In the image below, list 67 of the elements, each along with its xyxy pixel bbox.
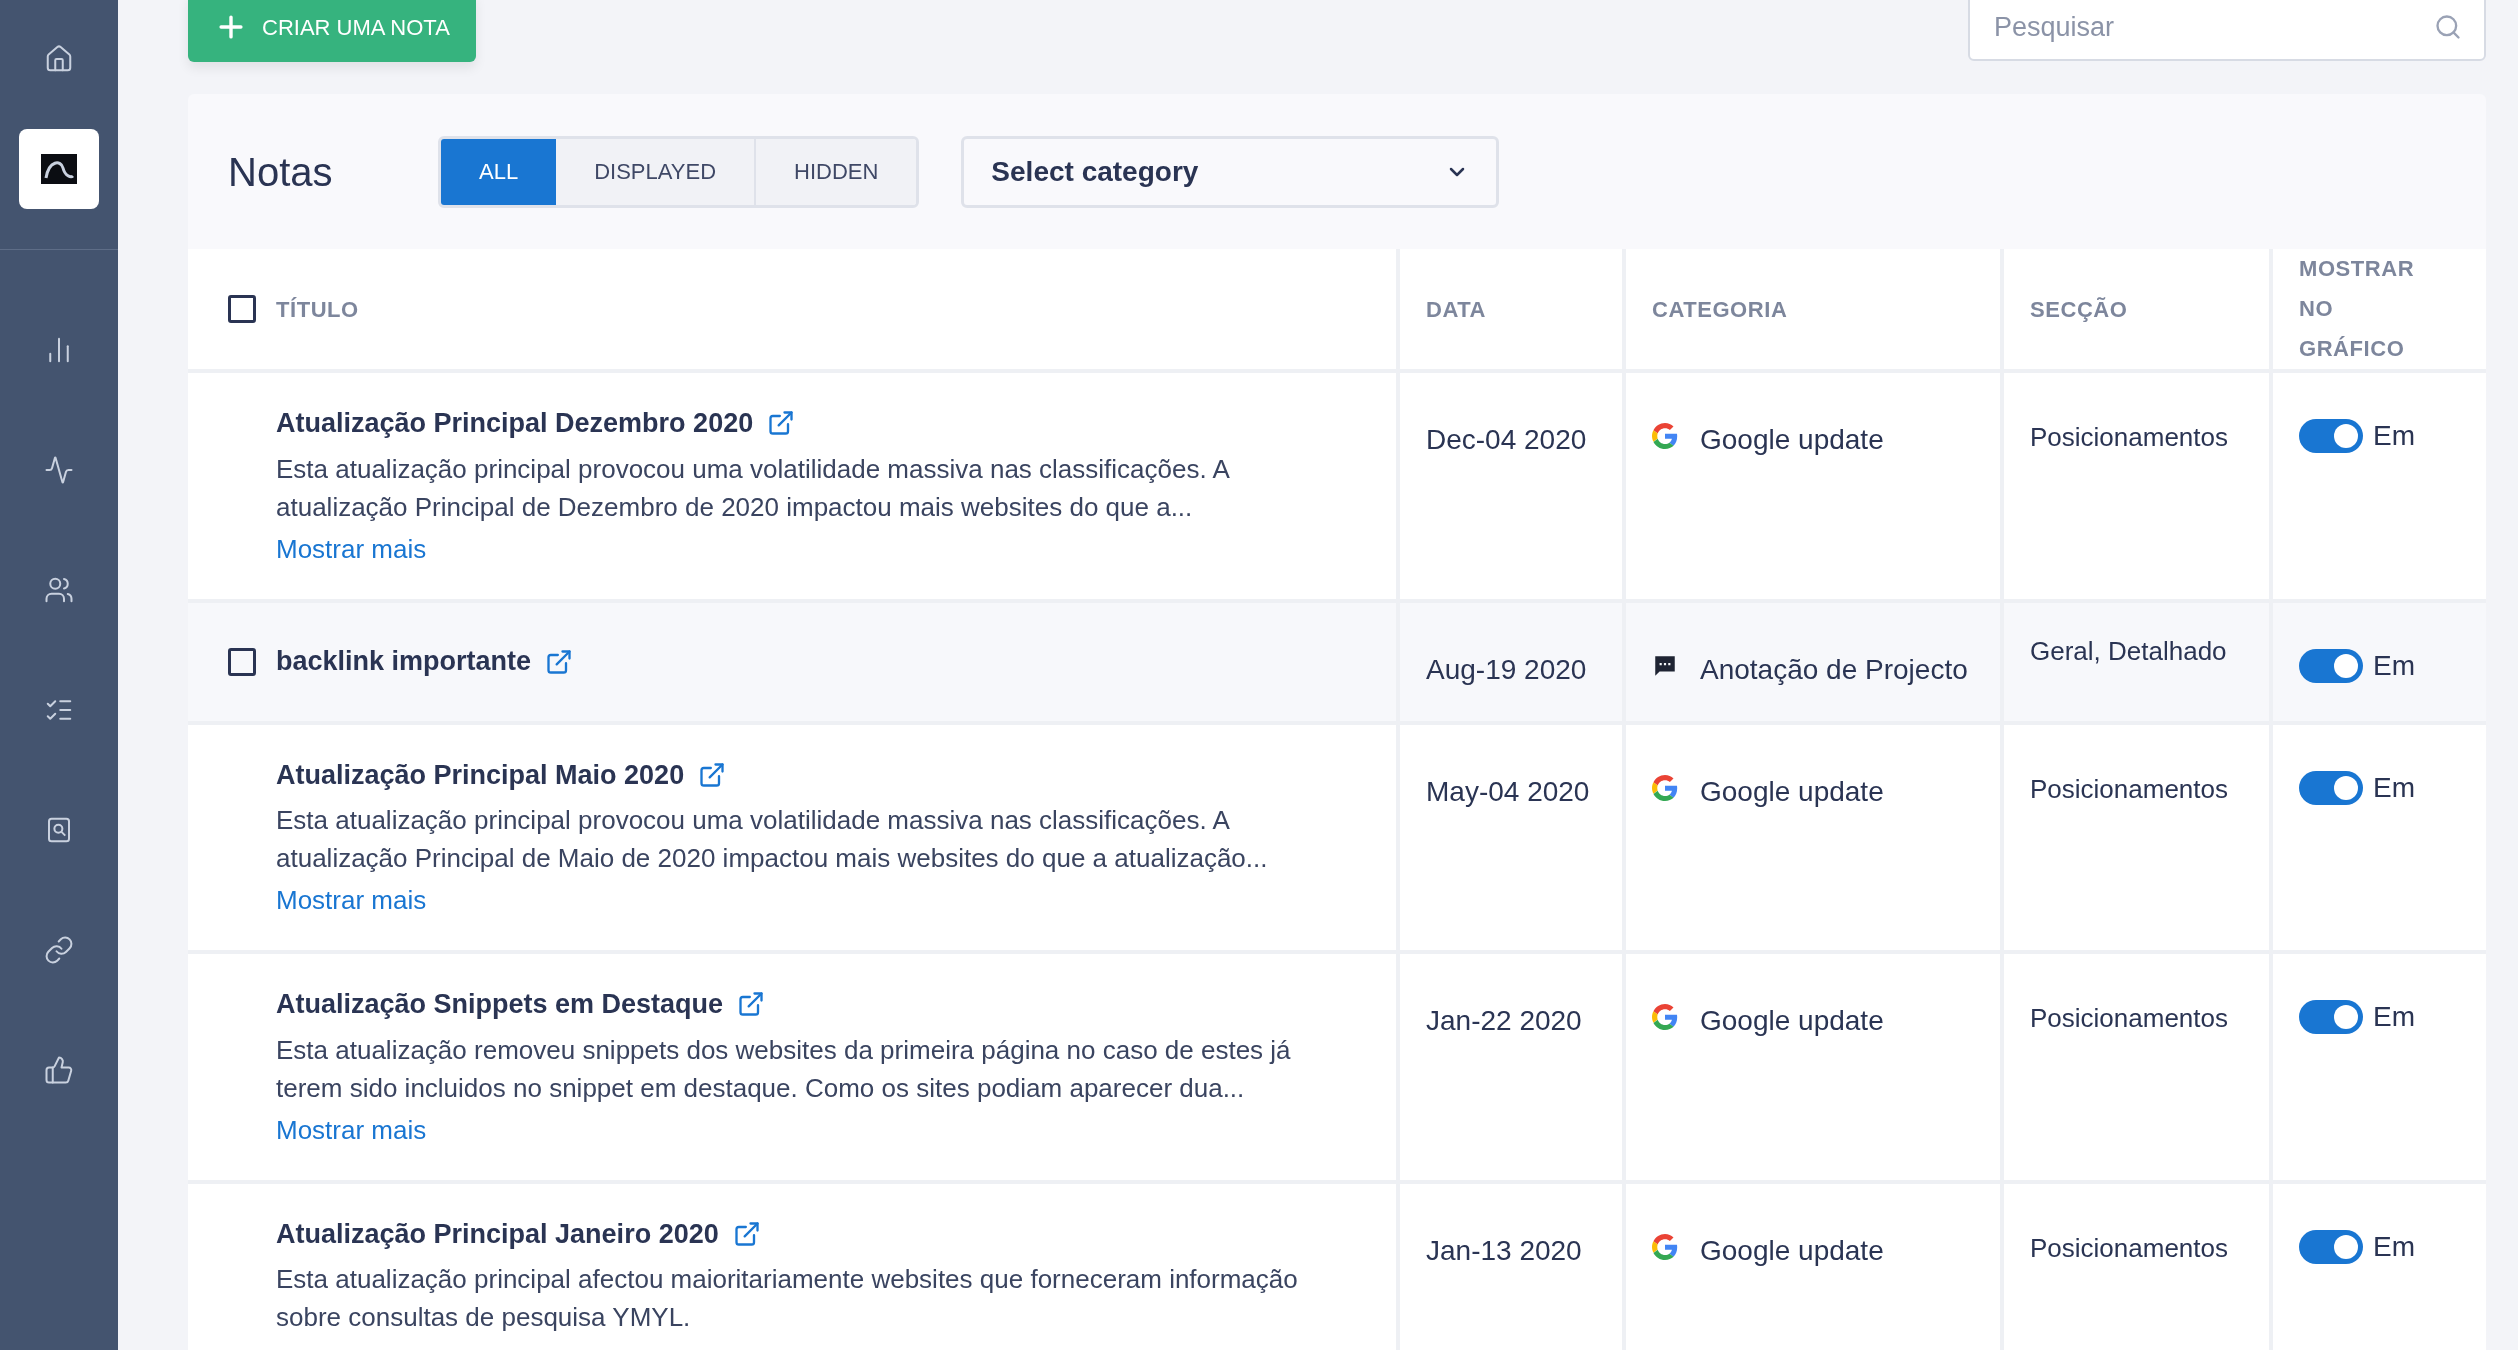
google-g-icon	[1652, 423, 1678, 449]
toggle-label: Em	[2373, 648, 2415, 683]
column-header: SECÇÃO	[2030, 295, 2128, 324]
display-toggle[interactable]	[2299, 648, 2363, 683]
note-title: Atualização Principal Dezembro 2020	[276, 407, 754, 440]
category-select[interactable]: Select category	[961, 135, 1500, 208]
home-icon[interactable]	[44, 44, 74, 74]
toggle-label: Em	[2373, 1229, 2415, 1264]
show-more-link[interactable]: Mostrar mais	[276, 1110, 1356, 1150]
display-toggle[interactable]	[2299, 419, 2363, 453]
logo-icon[interactable]	[19, 129, 99, 209]
external-link-icon[interactable]	[767, 409, 796, 438]
display-toggle[interactable]	[2299, 1229, 2363, 1264]
note-category: Google update	[1700, 1004, 1884, 1038]
note-section: Posicionamentos	[2030, 1000, 2236, 1036]
search-icon	[2434, 13, 2462, 41]
note-title: backlink importante	[276, 645, 532, 679]
users-icon[interactable]	[44, 575, 74, 605]
toggle-label: Em	[2373, 419, 2415, 453]
note-section: Posicionamentos	[2030, 419, 2236, 455]
show-more-link[interactable]: Mostrar mais	[276, 529, 1356, 569]
select-all-checkbox[interactable]	[228, 295, 256, 323]
note-description: Esta atualização principal provocou uma volatilidade massiva nas classificações. A atualização Principal de Dezembro de 2020 impactou mais websites do que a...	[276, 452, 1230, 524]
note-title: Atualização Principal Maio 2020	[276, 758, 685, 792]
note-date: May-04 2020	[1426, 775, 1590, 807]
note-title: Atualização Snippets em Destaque	[276, 988, 724, 1021]
note-category: Google update	[1700, 774, 1884, 809]
external-link-icon[interactable]	[545, 647, 574, 676]
row-checkbox[interactable]	[228, 647, 256, 676]
note-category: Google update	[1700, 423, 1884, 457]
note-category: Anotação de Projecto	[1700, 652, 1968, 687]
filter-tab[interactable]: ALL	[441, 138, 557, 205]
column-header: MOSTRAR NO GRÁFICO	[2299, 255, 2416, 363]
note-title: Atualização Principal Janeiro 2020	[276, 1217, 719, 1251]
column-header: DATA	[1426, 295, 1487, 324]
note-section: Posicionamentos	[2030, 1229, 2236, 1266]
toggle-label: Em	[2373, 1000, 2415, 1034]
filter-tab[interactable]: HIDDEN	[754, 138, 917, 205]
thumbs-up-icon[interactable]	[44, 1055, 74, 1085]
note-date: Dec-04 2020	[1426, 424, 1587, 455]
create-note-button[interactable]: CRIAR UMA NOTA	[188, 0, 476, 62]
external-link-icon[interactable]	[732, 1219, 761, 1248]
external-link-icon[interactable]	[698, 760, 727, 789]
google-g-icon	[1652, 1233, 1678, 1260]
external-link-icon[interactable]	[737, 990, 766, 1019]
note-category: Google update	[1700, 1233, 1884, 1268]
show-more-link[interactable]: Mostrar mais	[276, 881, 1356, 920]
pulse-icon[interactable]	[44, 455, 74, 485]
google-g-icon	[1652, 774, 1678, 801]
display-toggle[interactable]	[2299, 1000, 2363, 1034]
google-g-icon	[1652, 1004, 1678, 1030]
note-date: Aug-19 2020	[1426, 653, 1587, 685]
search-field[interactable]: Pesquisar	[1968, 0, 2486, 61]
note-date: Jan-13 2020	[1426, 1234, 1582, 1266]
note-section: Posicionamentos	[2030, 770, 2236, 807]
filter-tab[interactable]: DISPLAYED	[556, 138, 754, 205]
link-icon[interactable]	[44, 935, 74, 965]
column-header: TÍTULO	[276, 295, 359, 324]
panel-title: Notas	[228, 148, 334, 196]
toggle-label: Em	[2373, 770, 2415, 805]
column-header: CATEGORIA	[1652, 295, 1788, 324]
note-description: Esta atualização principal afectou maioritariamente websites que forneceram informação sobre consultas de pesquisa YMYL.	[276, 1263, 1299, 1334]
note-description: Esta atualização principal provocou uma volatilidade massiva nas classificações. A atualização Principal de Maio de 2020 impactou mais websites do que a atualização...	[276, 804, 1269, 875]
note-description: Esta atualização removeu snippets dos websites da primeira página no caso de estes já terem sido incluidos no snippet em destaque. Como os sites podiam aparecer dua...	[276, 1033, 1292, 1105]
note-section: Geral, Detalhado	[2030, 632, 2236, 669]
note-date: Jan-22 2020	[1426, 1005, 1582, 1036]
display-toggle[interactable]	[2299, 770, 2363, 805]
